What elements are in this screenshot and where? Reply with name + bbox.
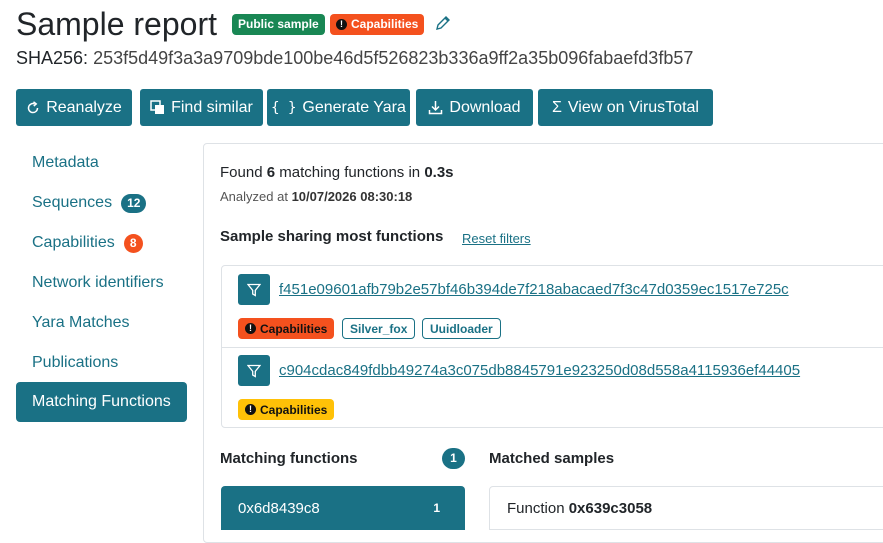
page-title: Sample report bbox=[16, 6, 217, 42]
reset-filters-link[interactable]: Reset filters bbox=[462, 231, 531, 246]
sidebar-item-label: Yara Matches bbox=[32, 314, 130, 331]
public-sample-label: Public sample bbox=[238, 17, 319, 31]
sidebar-item-publications[interactable]: Publications bbox=[16, 343, 187, 383]
sidebar-item-label: Network identifiers bbox=[32, 274, 164, 291]
sidebar-item-label: Matching Functions bbox=[32, 393, 171, 410]
found-summary: Found 6 matching functions in 0.3s bbox=[220, 164, 454, 181]
analyzed-at: Analyzed at 10/07/2026 08:30:18 bbox=[220, 189, 412, 204]
reanalyze-button[interactable]: Reanalyze bbox=[16, 89, 132, 126]
matched-function-address: 0x639c3058 bbox=[568, 500, 653, 517]
found-prefix: Found bbox=[220, 164, 263, 181]
tag-label: Silver_fox bbox=[350, 321, 408, 336]
list-divider bbox=[221, 347, 883, 348]
analyzed-timestamp: 10/07/2026 08:30:18 bbox=[291, 189, 413, 204]
refresh-icon bbox=[27, 100, 39, 113]
sidebar-item-network-identifiers[interactable]: Network identifiers bbox=[16, 263, 187, 303]
function-list-item[interactable]: 0x6d8439c8 1 bbox=[221, 486, 465, 530]
matched-samples-title: Matched samples bbox=[489, 450, 615, 467]
tag-label: Capabilities bbox=[260, 402, 328, 417]
found-count: 6 bbox=[266, 164, 276, 181]
sha256-label: SHA256: bbox=[16, 48, 89, 68]
tag-uuidloader[interactable]: Uuidloader bbox=[422, 318, 501, 339]
view-on-virustotal-button[interactable]: Σ View on VirusTotal bbox=[538, 89, 713, 126]
sidebar-item-label: Metadata bbox=[32, 154, 99, 171]
find-similar-label: Find similar bbox=[171, 98, 253, 116]
sha256-value: 253f5d49f3a3a9709bde100be46d5f526823b336… bbox=[93, 48, 694, 68]
sharing-section-title: Sample sharing most functions bbox=[220, 228, 444, 245]
capabilities-count-badge: 8 bbox=[123, 233, 143, 253]
sequences-count-badge: 12 bbox=[121, 193, 147, 213]
sidebar-item-sequences[interactable]: Sequences 12 bbox=[16, 183, 187, 223]
sidebar-item-yara-matches[interactable]: Yara Matches bbox=[16, 303, 187, 343]
download-label: Download bbox=[449, 98, 521, 116]
tag-label: Uuidloader bbox=[430, 321, 493, 336]
found-middle: matching functions in bbox=[279, 164, 421, 181]
download-icon bbox=[429, 101, 443, 115]
view-on-virustotal-label: View on VirusTotal bbox=[567, 98, 699, 116]
sidebar-item-label: Capabilities bbox=[32, 234, 115, 251]
capabilities-tag[interactable]: ! Capabilities bbox=[238, 318, 335, 339]
exclamation-icon: ! bbox=[336, 19, 347, 30]
shared-sample-hash-link[interactable]: f451e09601afb79b2e57bf46b394de7f218abaca… bbox=[279, 281, 789, 298]
matched-function-header: Function 0x639c3058 bbox=[507, 500, 652, 517]
tag-silver-fox[interactable]: Silver_fox bbox=[342, 318, 416, 339]
download-button[interactable]: Download bbox=[416, 89, 533, 126]
shared-sample-hash-link[interactable]: c904cdac849fdbb49274a3c075db8845791e9232… bbox=[279, 362, 800, 379]
found-time: 0.3s bbox=[424, 164, 454, 181]
reanalyze-label: Reanalyze bbox=[46, 98, 122, 116]
generate-yara-label: Generate Yara bbox=[302, 98, 406, 116]
find-similar-button[interactable]: Find similar bbox=[140, 89, 263, 126]
capabilities-badge: ! Capabilities bbox=[330, 14, 425, 35]
sigma-icon: Σ bbox=[552, 98, 562, 116]
filter-button[interactable] bbox=[238, 355, 270, 386]
analyzed-prefix: Analyzed at bbox=[220, 189, 288, 204]
exclamation-icon: ! bbox=[245, 404, 256, 415]
tag-label: Capabilities bbox=[260, 321, 328, 336]
capabilities-badge-label: Capabilities bbox=[351, 17, 419, 31]
matching-functions-count-badge: 1 bbox=[442, 448, 465, 469]
matching-functions-title: Matching functions bbox=[220, 450, 358, 467]
filter-icon bbox=[247, 364, 261, 378]
edit-icon[interactable] bbox=[434, 14, 452, 32]
function-address: 0x6d8439c8 bbox=[238, 499, 320, 517]
braces-icon: { } bbox=[271, 99, 297, 116]
sha256-line: SHA256: 253f5d49f3a3a9709bde100be46d5f52… bbox=[16, 48, 693, 69]
generate-yara-button[interactable]: { } Generate Yara bbox=[267, 89, 410, 126]
sidebar-item-metadata[interactable]: Metadata bbox=[16, 143, 187, 183]
matched-function-prefix: Function bbox=[507, 500, 565, 517]
sidebar-item-matching-functions[interactable]: Matching Functions bbox=[16, 382, 187, 422]
sidebar-item-label: Sequences bbox=[32, 194, 113, 211]
function-match-count: 1 bbox=[433, 501, 440, 515]
exclamation-icon: ! bbox=[245, 323, 256, 334]
copy-icon bbox=[150, 100, 165, 114]
sidebar-item-label: Publications bbox=[32, 354, 119, 371]
sidebar-item-capabilities[interactable]: Capabilities 8 bbox=[16, 223, 187, 263]
filter-icon bbox=[247, 283, 261, 297]
public-sample-badge: Public sample bbox=[232, 14, 325, 35]
filter-button[interactable] bbox=[238, 274, 270, 305]
capabilities-tag[interactable]: ! Capabilities bbox=[238, 399, 335, 420]
